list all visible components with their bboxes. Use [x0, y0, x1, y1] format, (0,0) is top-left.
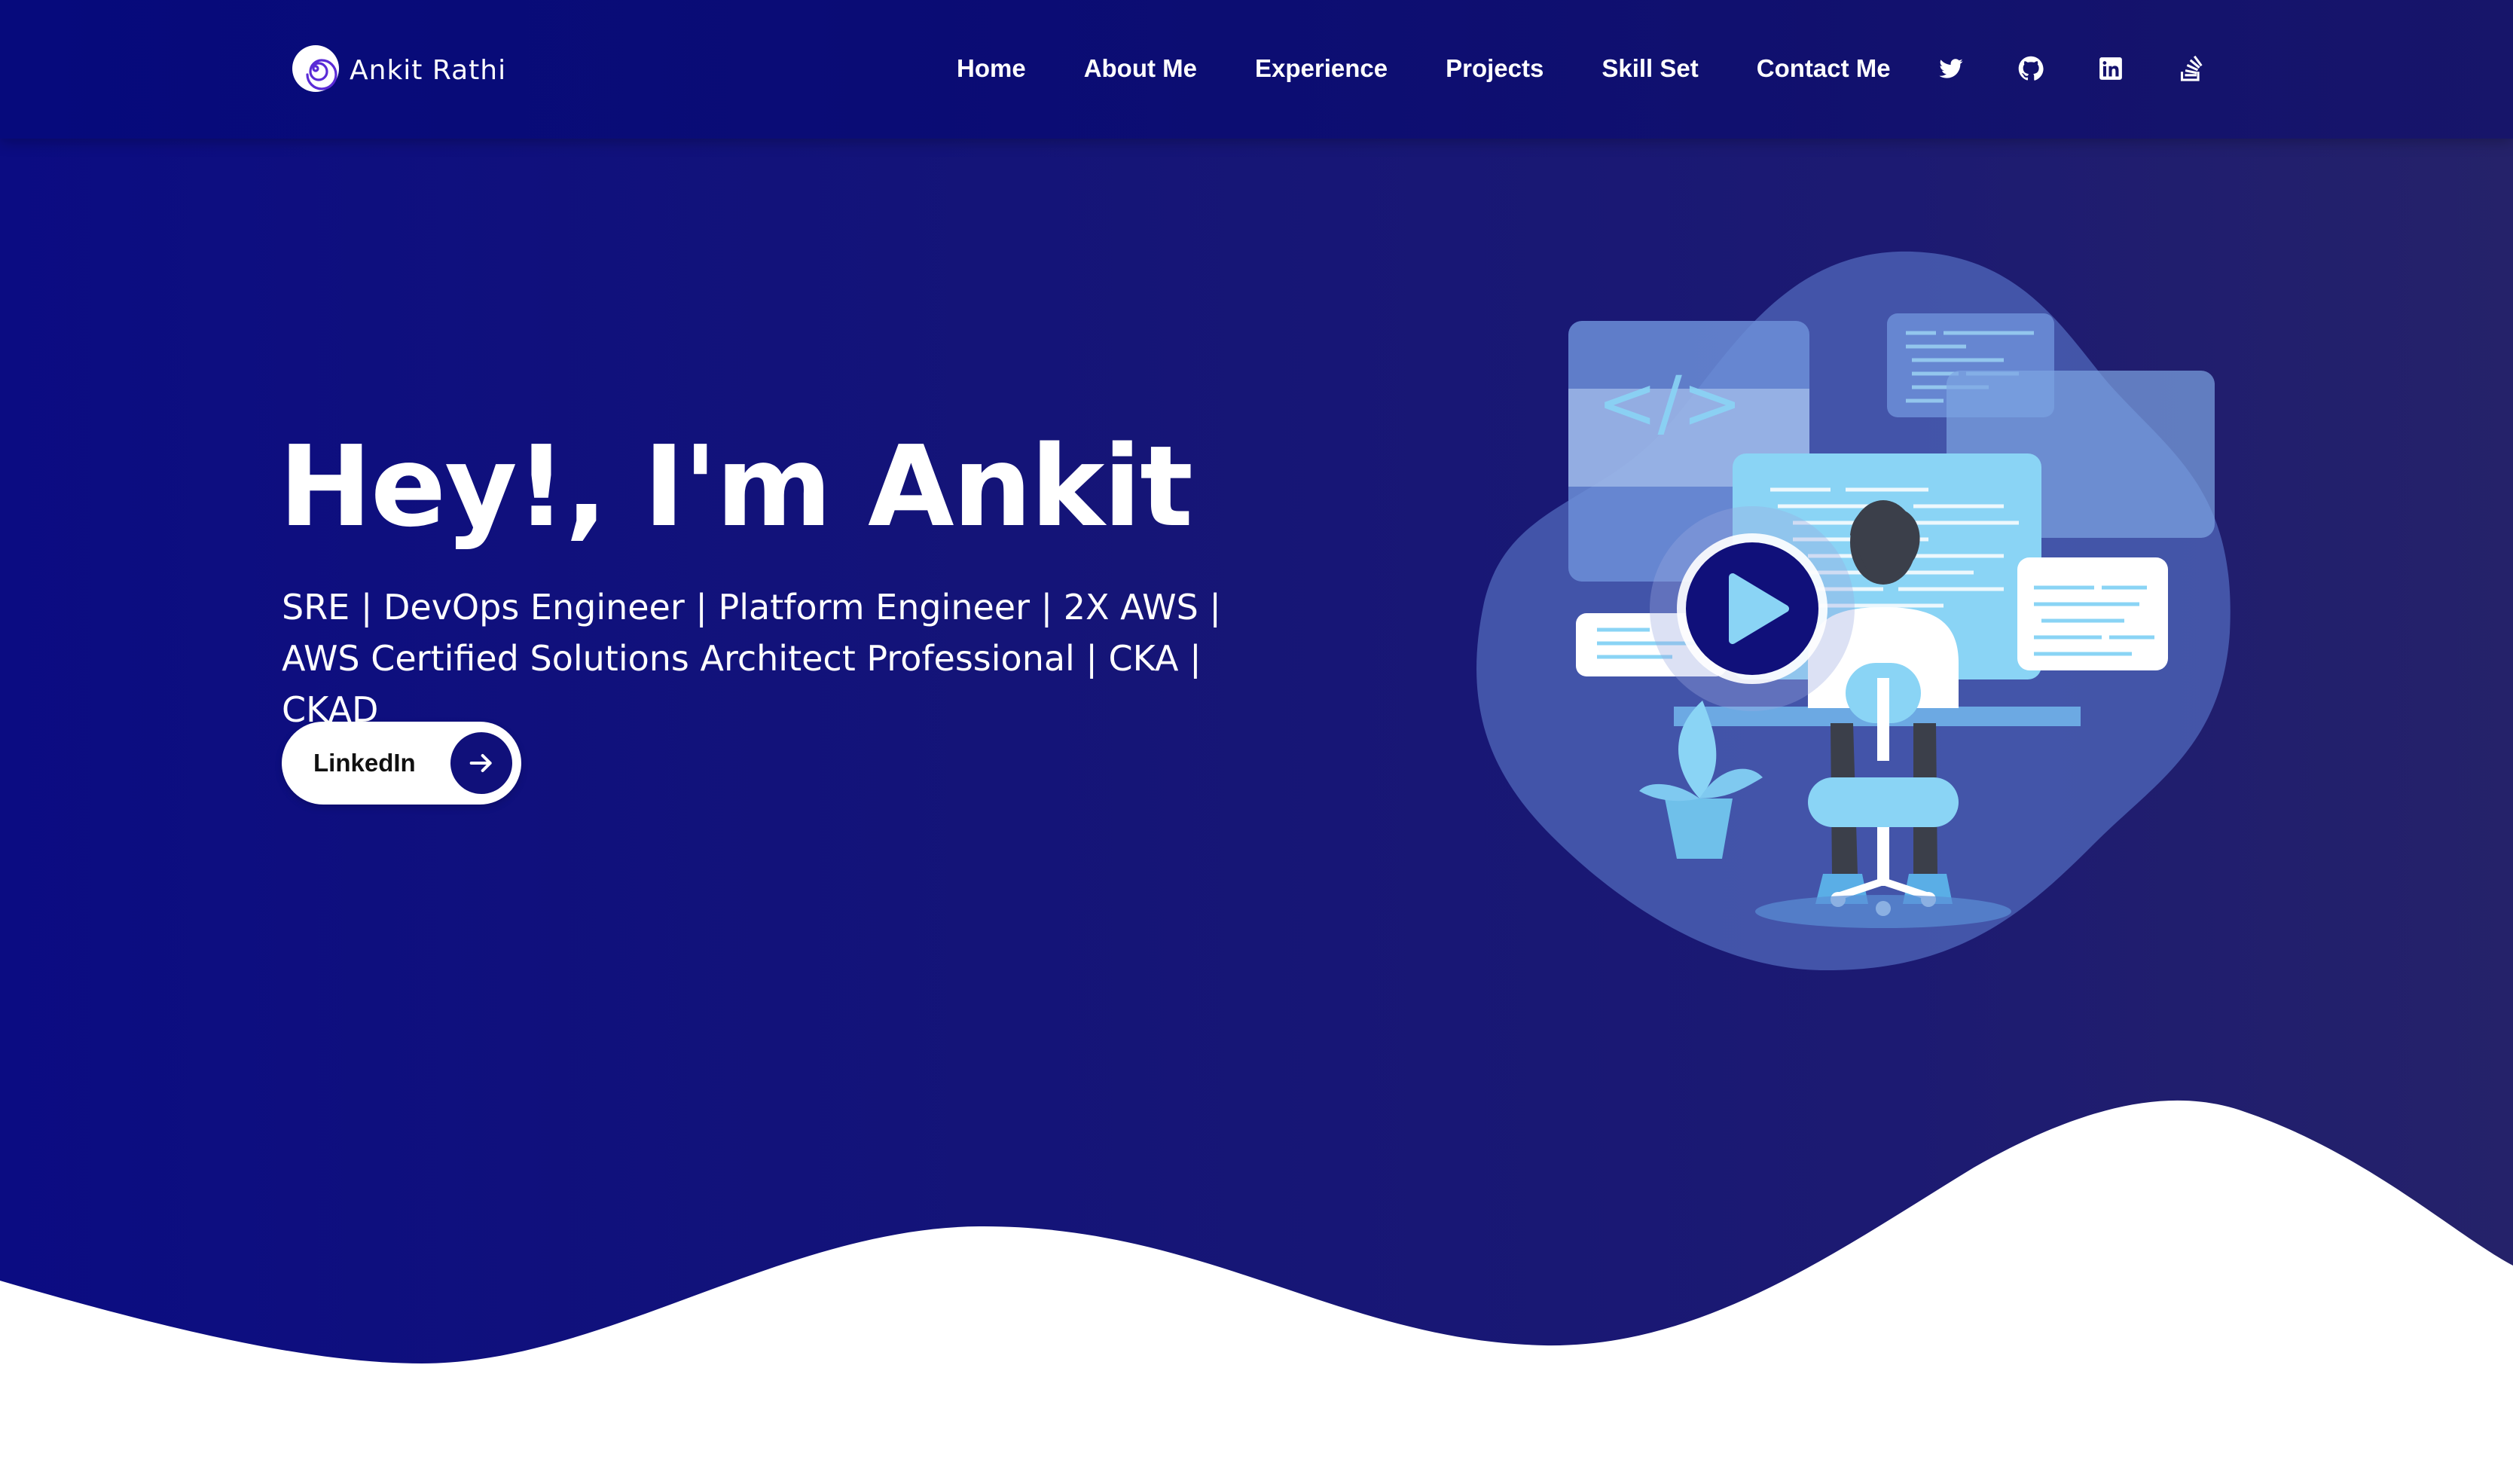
- top-navbar: Ankit Rathi Home About Me Experience Pro…: [0, 0, 2513, 139]
- brand-name: Ankit Rathi: [350, 54, 507, 86]
- arrow-right-icon: [450, 732, 512, 794]
- hero-bottom-wave: [0, 1100, 2513, 1484]
- nav-link-home[interactable]: Home: [957, 54, 1026, 83]
- page: Ankit Rathi Home About Me Experience Pro…: [0, 0, 2513, 1484]
- linkedin-button-label: LinkedIn: [313, 749, 416, 777]
- linkedin-icon[interactable]: [2096, 53, 2126, 84]
- twitter-icon[interactable]: [1936, 53, 1966, 84]
- brand-logo[interactable]: Ankit Rathi: [291, 44, 506, 96]
- code-tag-glyph: </>: [1597, 361, 1742, 445]
- stack-overflow-icon[interactable]: [2176, 53, 2206, 84]
- hero-headline: Hey!, I'm Ankit: [279, 422, 1193, 551]
- nav-link-about-me[interactable]: About Me: [1084, 54, 1197, 83]
- linkedin-button[interactable]: LinkedIn: [282, 722, 521, 805]
- nav-link-projects[interactable]: Projects: [1446, 54, 1544, 83]
- nav-link-contact-me[interactable]: Contact Me: [1757, 54, 1891, 83]
- github-icon[interactable]: [2016, 53, 2046, 84]
- nav-link-skill-set[interactable]: Skill Set: [1602, 54, 1698, 83]
- spiral-logo-icon: [291, 44, 340, 97]
- hero-illustration: </>: [1476, 241, 2245, 987]
- main-nav: Home About Me Experience Projects Skill …: [957, 45, 1949, 92]
- nav-link-experience[interactable]: Experience: [1255, 54, 1388, 83]
- play-video-button: [1650, 506, 1855, 711]
- hero-subtitle: SRE | DevOps Engineer | Platform Enginee…: [282, 587, 1221, 730]
- social-links: [1936, 45, 2255, 92]
